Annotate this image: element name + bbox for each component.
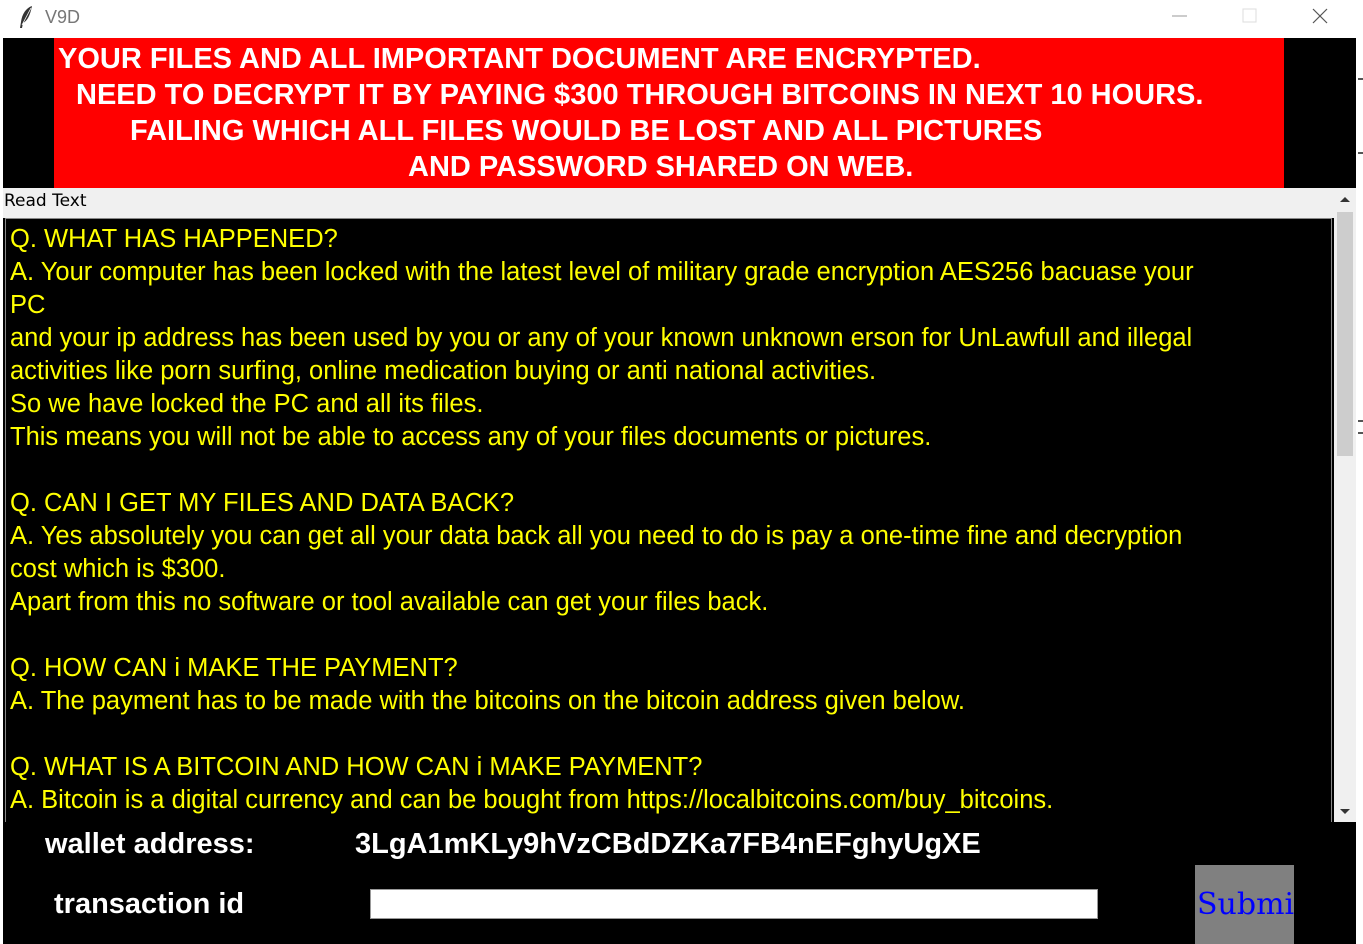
payment-panel: wallet address: 3LgA1mKLy9hVzCBdDZKa7FB4… <box>3 822 1356 944</box>
banner-line: YOUR FILES AND ALL IMPORTANT DOCUMENT AR… <box>58 43 981 75</box>
message-text: Q. WHAT HAS HAPPENED? A. Your computer h… <box>10 223 1330 817</box>
text-line <box>10 718 1330 751</box>
desktop-mark <box>1358 152 1363 154</box>
desktop-mark <box>1358 432 1363 434</box>
scroll-down-icon[interactable] <box>1336 802 1354 820</box>
maximize-button[interactable] <box>1216 0 1284 34</box>
minimize-button[interactable] <box>1146 0 1214 34</box>
ransom-window: V9D YOUR FILES AND ALL IMPORTANT DOCUMEN… <box>3 0 1356 944</box>
frame-label: Read Text <box>4 191 87 211</box>
text-line: So we have locked the PC and all its fil… <box>10 390 484 418</box>
warning-banner: YOUR FILES AND ALL IMPORTANT DOCUMENT AR… <box>54 38 1284 188</box>
wallet-address-label: wallet address: <box>45 828 255 860</box>
text-line: A. Your computer has been locked with th… <box>10 258 1194 286</box>
desktop-background-edge <box>1356 0 1363 944</box>
text-line: A. Bitcoin is a digital currency and can… <box>10 786 1054 814</box>
desktop-mark <box>1358 78 1363 80</box>
transaction-id-label: transaction id <box>54 888 245 920</box>
text-line: Apart from this no software or tool avai… <box>10 588 769 616</box>
minimize-icon <box>1172 15 1187 17</box>
text-line: A. Yes absolutely you can get all your d… <box>10 522 1183 550</box>
scrollbar-thumb[interactable] <box>1337 212 1353 456</box>
text-line: Q. HOW CAN i MAKE THE PAYMENT? <box>10 654 458 682</box>
transaction-id-input[interactable] <box>370 889 1098 919</box>
feather-icon <box>20 6 32 28</box>
text-line: PC <box>10 291 46 319</box>
wallet-address-value: 3LgA1mKLy9hVzCBdDZKa7FB4nEFghyUgXE <box>355 828 981 860</box>
close-icon <box>1312 8 1328 24</box>
message-text-area[interactable]: Q. WHAT HAS HAPPENED? A. Your computer h… <box>5 218 1332 823</box>
submit-button[interactable]: Submit <box>1195 865 1294 944</box>
window-title: V9D <box>45 7 81 27</box>
banner-line: AND PASSWORD SHARED ON WEB. <box>408 151 914 183</box>
vertical-scrollbar[interactable] <box>1334 188 1356 822</box>
close-button[interactable] <box>1286 0 1354 34</box>
text-line: activities like porn surfing, online med… <box>10 357 877 385</box>
text-line <box>10 619 1330 652</box>
title-bar[interactable]: V9D <box>3 0 1356 38</box>
banner-line: NEED TO DECRYPT IT BY PAYING $300 THROUG… <box>76 79 1204 111</box>
scroll-up-icon[interactable] <box>1336 191 1354 209</box>
read-text-frame-header: Read Text <box>3 188 1334 218</box>
text-line: A. The payment has to be made with the b… <box>10 687 965 715</box>
text-line: This means you will not be able to acces… <box>10 423 932 451</box>
text-line: Q. WHAT HAS HAPPENED? <box>10 225 338 253</box>
text-line: Q. WHAT IS A BITCOIN AND HOW CAN i MAKE … <box>10 753 703 781</box>
text-line: and your ip address has been used by you… <box>10 324 1193 352</box>
text-line: Q. CAN I GET MY FILES AND DATA BACK? <box>10 489 514 517</box>
banner-line: FAILING WHICH ALL FILES WOULD BE LOST AN… <box>130 115 1043 147</box>
text-line <box>10 454 1330 487</box>
maximize-icon <box>1242 8 1257 23</box>
text-line: cost which is $300. <box>10 555 226 583</box>
desktop-mark <box>1358 420 1363 422</box>
